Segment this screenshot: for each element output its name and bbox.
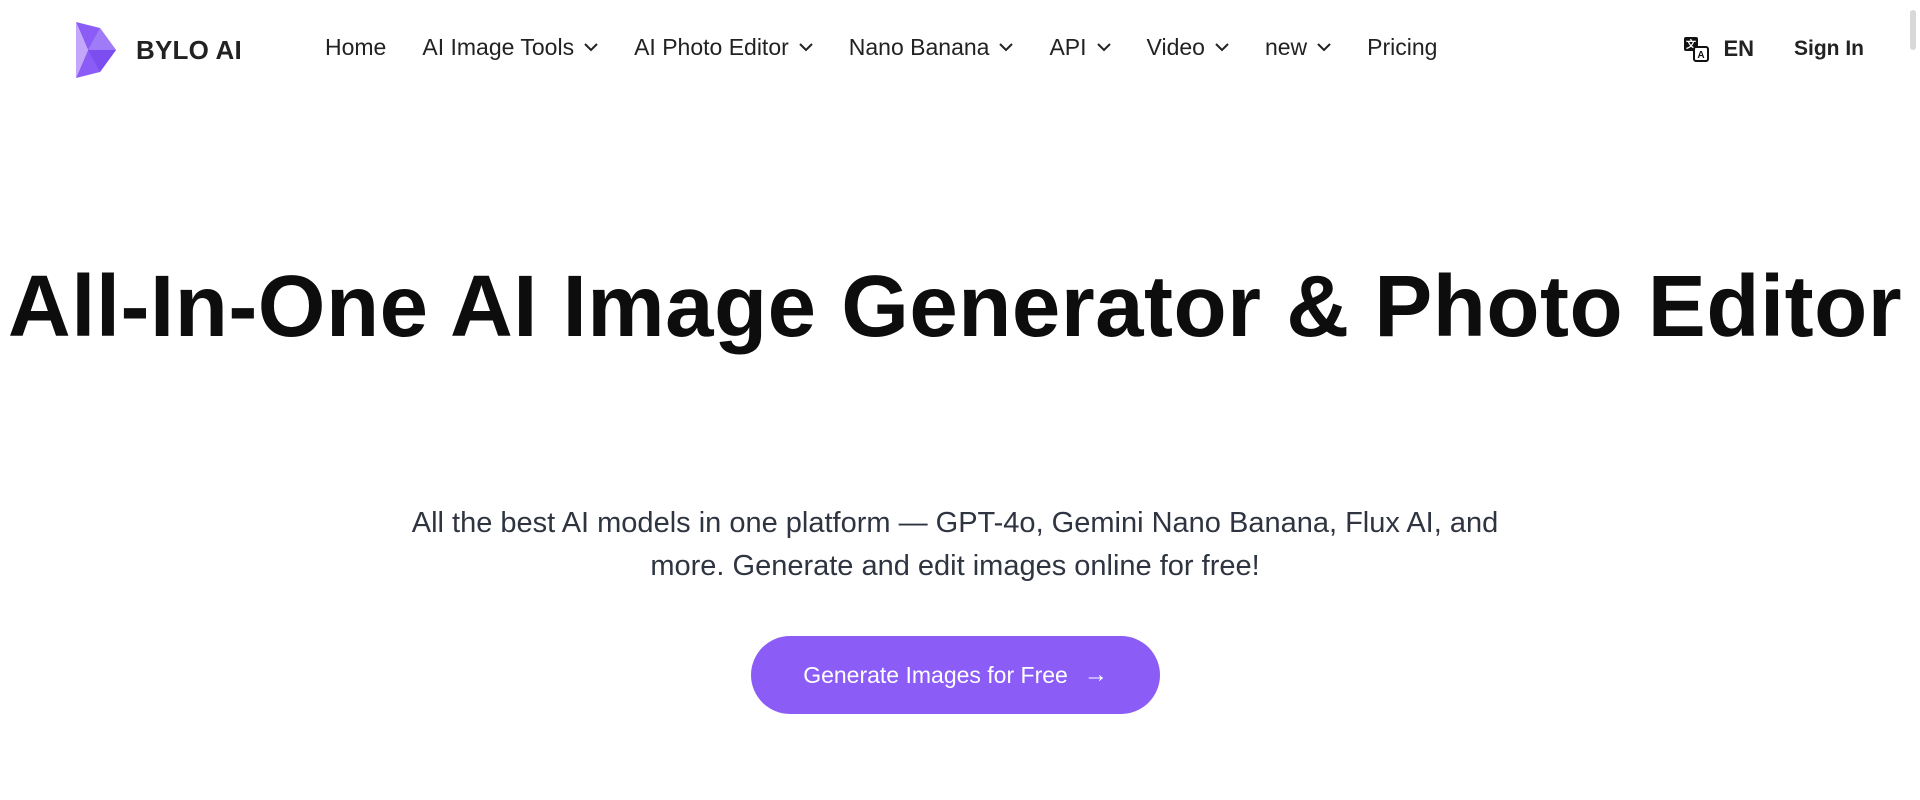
header-actions: 文 A EN Sign In [1683,36,1864,62]
hero-subtitle: All the best AI models in one platform —… [411,507,1499,582]
chevron-down-icon [999,43,1014,52]
language-selector[interactable]: 文 A EN [1683,36,1754,62]
nav-item-ai-photo-editor[interactable]: AI Photo Editor [634,34,813,61]
brand-name: BYLO AI [136,34,242,65]
nav-item-label: Home [325,34,387,60]
nav-item-pricing[interactable]: Pricing [1367,34,1437,61]
nav-item-new[interactable]: new [1265,34,1331,61]
brand-logo-link[interactable]: BYLO AI [72,22,242,78]
nav-item-home[interactable]: Home [325,34,386,61]
chevron-down-icon [1317,43,1331,52]
nav-item-label: API [1049,34,1087,60]
logo-icon [72,22,116,78]
nav-item-label: Nano Banana [848,34,990,60]
generate-images-button[interactable]: Generate Images for Free → [751,636,1160,714]
nav-item-video[interactable]: Video [1147,34,1229,61]
chevron-down-icon [1096,43,1111,52]
language-label: EN [1723,36,1754,61]
main-nav: Home AI Image Tools AI Photo Editor Nano… [325,34,1473,61]
nav-item-label: new [1264,34,1308,60]
hero-title: All-In-One AI Image Generator & Photo Ed… [7,258,1903,355]
cta-label: Generate Images for Free [803,661,1068,688]
top-navbar: BYLO AI Home AI Image Tools AI Photo Edi… [0,0,1920,102]
nav-item-label: Pricing [1367,34,1438,60]
nav-item-nano-banana[interactable]: Nano Banana [849,34,1014,61]
nav-item-ai-image-tools[interactable]: AI Image Tools [422,34,598,61]
page: BYLO AI Home AI Image Tools AI Photo Edi… [0,0,1920,800]
arrow-right-icon: → [1083,661,1108,688]
nav-item-label: Video [1146,34,1205,60]
chevron-down-icon [1215,43,1229,52]
nav-item-api[interactable]: API [1049,34,1111,61]
svg-text:A: A [1698,50,1705,61]
translate-icon: 文 A [1683,36,1710,62]
chevron-down-icon [799,43,813,52]
sign-in-button[interactable]: Sign In [1794,37,1864,61]
nav-item-label: AI Photo Editor [634,34,789,60]
nav-item-label: AI Image Tools [422,34,575,60]
chevron-down-icon [584,43,598,52]
scrollbar-thumb[interactable] [1910,10,1916,50]
